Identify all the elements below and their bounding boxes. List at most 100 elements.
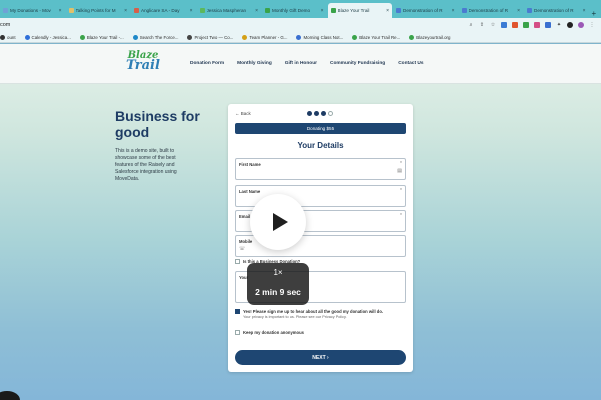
- bookmark-favicon-icon: [79, 34, 85, 40]
- consent-label: Yes! Please sign me up to hear about all…: [243, 309, 384, 314]
- extension-icon[interactable]: [534, 22, 540, 28]
- bookmark-item[interactable]: Blaze Your Trail Re...: [352, 34, 401, 40]
- browser-tab[interactable]: Demonstration of R ×: [459, 3, 524, 18]
- address-bar: com ⌕ ⇪ ☆ ✦ ⋮: [0, 18, 601, 32]
- email-label: Email: [239, 214, 251, 219]
- bookmark-label: Search The Force...: [139, 34, 179, 40]
- step-dot: [307, 111, 312, 116]
- browser-tab-strip: My Donations - Mov × Talking Points for M ×…: [0, 0, 601, 18]
- browser-tab[interactable]: Demonstration of R ×: [393, 3, 458, 18]
- tab-favicon-icon: [134, 8, 139, 13]
- tab-label: Talking Points for M: [75, 8, 116, 13]
- close-tab-icon[interactable]: ×: [59, 8, 62, 14]
- tab-favicon-icon: [396, 8, 401, 13]
- tab-label: Demonstration of R: [403, 8, 443, 13]
- bookmark-label: Blazeyourtrail.org: [416, 34, 451, 40]
- back-link[interactable]: ← Back: [235, 111, 251, 116]
- step-dot: [314, 111, 319, 116]
- bookmark-item[interactable]: Calendly - Jessica...: [24, 34, 71, 40]
- checkbox[interactable]: [235, 259, 240, 264]
- bookmark-item[interactable]: Search The Force...: [132, 34, 179, 40]
- bookmark-label: Calendly - Jessica...: [31, 34, 71, 40]
- step-indicator: [307, 111, 333, 116]
- tab-label: My Donations - Mov: [10, 8, 51, 13]
- bookmark-favicon-icon: [242, 34, 248, 40]
- step-dot: [321, 111, 326, 116]
- zoom-icon[interactable]: ⌕: [468, 22, 474, 28]
- bookmark-item[interactable]: Blazeyourtrail.org: [409, 34, 451, 40]
- tab-label: Jessica Maspheran: [206, 8, 247, 13]
- browser-tab[interactable]: Talking Points for M ×: [66, 3, 131, 18]
- extension-icon[interactable]: [545, 22, 551, 28]
- checkbox[interactable]: [235, 330, 240, 335]
- checkbox-checked[interactable]: [235, 309, 240, 314]
- tab-favicon-icon: [330, 8, 336, 13]
- browser-tab[interactable]: Monthly Gift Demo ×: [262, 3, 327, 18]
- play-button[interactable]: [250, 194, 306, 250]
- close-tab-icon[interactable]: ×: [583, 8, 586, 14]
- bookmark-item[interactable]: Morning Class Not...: [296, 34, 343, 40]
- tab-favicon-icon: [265, 8, 270, 13]
- play-icon: [272, 213, 288, 231]
- close-tab-icon[interactable]: ×: [452, 8, 455, 14]
- bookmark-favicon-icon: [352, 34, 358, 40]
- share-icon[interactable]: ⇪: [479, 22, 485, 28]
- tab-label: Monthly Gift Demo: [272, 8, 311, 13]
- bookmark-item[interactable]: Blaze Your Trail -...: [79, 34, 124, 40]
- browser-tab[interactable]: Jessica Maspheran ×: [197, 3, 262, 18]
- close-tab-icon[interactable]: ×: [517, 8, 520, 14]
- site-header: Blaze Trail Donation Form Monthly Giving…: [0, 44, 601, 84]
- github-icon[interactable]: [567, 22, 573, 28]
- phone-icon: ☏: [239, 246, 246, 252]
- bookmark-label: Blaze Your Trail Re...: [359, 34, 401, 40]
- browser-tab[interactable]: Demonstration of R ×: [524, 3, 589, 18]
- step-dot: [328, 111, 333, 116]
- nav-contact-us[interactable]: Contact Us: [398, 61, 423, 66]
- tab-label: Demonstration of R: [534, 8, 574, 13]
- bookmark-favicon-icon: [132, 34, 138, 40]
- close-tab-icon[interactable]: ×: [190, 8, 193, 14]
- video-info-pill[interactable]: 1× 2 min 9 sec: [247, 263, 309, 305]
- extension-icon[interactable]: [501, 22, 507, 28]
- bookmark-star-icon[interactable]: ☆: [490, 22, 496, 28]
- puzzle-icon[interactable]: ✦: [556, 22, 562, 28]
- consent-checkbox[interactable]: Yes! Please sign me up to hear about all…: [235, 309, 383, 319]
- hero-text: This is a demo site, built to showcase s…: [115, 148, 177, 182]
- close-tab-icon[interactable]: ×: [321, 8, 324, 14]
- bookmark-item[interactable]: Project Two — Co...: [187, 34, 233, 40]
- form-title: Your Details: [297, 141, 344, 150]
- required-mark: *: [400, 161, 402, 167]
- close-tab-icon[interactable]: ×: [255, 8, 258, 14]
- extension-icon[interactable]: [523, 22, 529, 28]
- tab-favicon-icon: [68, 8, 74, 13]
- bookmark-item[interactable]: Team Planner - G...: [242, 34, 287, 40]
- nav-gift-in-honour[interactable]: Gift in Honour: [285, 61, 317, 66]
- close-tab-icon[interactable]: ×: [386, 8, 389, 14]
- browser-tab[interactable]: My Donations - Mov ×: [0, 3, 65, 18]
- nav-donation-form[interactable]: Donation Form: [190, 61, 224, 66]
- profile-icon[interactable]: [578, 22, 584, 28]
- new-tab-icon[interactable]: +: [592, 9, 601, 18]
- first-name-field[interactable]: First Name * ▤: [235, 158, 406, 180]
- back-label: Back: [240, 111, 251, 116]
- site-logo[interactable]: Blaze Trail: [124, 51, 162, 77]
- tab-favicon-icon: [527, 8, 532, 13]
- nav-community-fundraising[interactable]: Community Fundraising: [330, 61, 385, 66]
- playback-speed[interactable]: 1×: [247, 268, 309, 277]
- anonymous-checkbox[interactable]: Keep my donation anonymous: [235, 330, 304, 335]
- bookmark-favicon-icon: [24, 34, 30, 40]
- extension-icon[interactable]: [512, 22, 518, 28]
- browser-tab[interactable]: Blaze Your Trail ×: [327, 3, 392, 18]
- nav-monthly-giving[interactable]: Monthly Giving: [237, 61, 272, 66]
- url-field[interactable]: com: [0, 22, 468, 28]
- tab-favicon-icon: [461, 8, 467, 13]
- required-mark: *: [400, 188, 402, 194]
- close-tab-icon[interactable]: ×: [124, 8, 127, 14]
- tab-favicon-icon: [199, 8, 205, 13]
- menu-icon[interactable]: ⋮: [589, 22, 595, 28]
- last-name-label: Last Name: [239, 189, 261, 194]
- browser-tab[interactable]: Anglicare SA - Day ×: [131, 3, 196, 18]
- bookmark-item[interactable]: ount: [0, 34, 16, 40]
- contact-card-icon: ▤: [397, 168, 402, 174]
- next-button[interactable]: NEXT ›: [235, 350, 406, 365]
